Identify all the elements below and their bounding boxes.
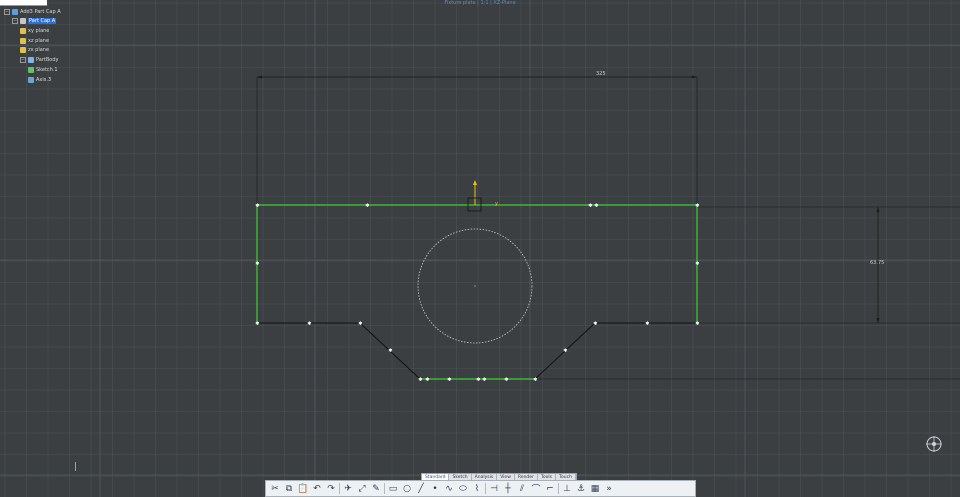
plane-icon xyxy=(20,28,26,34)
circle-icon[interactable]: ○ xyxy=(401,483,413,495)
vertex-marker[interactable]: ✱ xyxy=(255,203,260,209)
tree-root[interactable]: − Add3 Part Cap A xyxy=(4,8,61,16)
chamfer-icon[interactable]: ⌐ xyxy=(544,483,556,495)
profile-left-chamfer[interactable] xyxy=(257,322,421,380)
vertex-marker[interactable]: ✱ xyxy=(255,321,260,327)
vertex-marker[interactable]: ✱ xyxy=(482,377,487,383)
cut-icon[interactable]: ✂ xyxy=(269,483,281,495)
tree-item-label: zx plane xyxy=(28,47,50,53)
compass-icon[interactable] xyxy=(924,434,944,454)
fit-all-icon[interactable]: ⤢ xyxy=(356,483,368,495)
grid-icon[interactable]: ▦ xyxy=(589,483,601,495)
sketch-grid: y ✱ ✱ ✱ ✱ ✱✱✱✱ ✱ ✱✱✱ ✱ ✱ ✱ ✱ ✱ ✱✱✱ ✱ ✱ xyxy=(0,0,960,497)
tree-item-label: PartBody xyxy=(36,57,59,63)
tree-item-part[interactable]: − Part Cap A xyxy=(12,17,57,25)
undo-icon[interactable]: ↶ xyxy=(311,483,323,495)
axis-h-label: y xyxy=(495,201,498,207)
plane-icon xyxy=(20,38,26,44)
line-icon[interactable]: ╱ xyxy=(415,483,427,495)
circle-center xyxy=(474,285,476,287)
dimension-arrow-bottom xyxy=(876,318,880,323)
fix-icon[interactable]: ⚓ xyxy=(575,483,587,495)
vertex-marker[interactable]: ✱ xyxy=(695,261,700,267)
corner-icon[interactable]: ⌒ xyxy=(530,483,542,495)
paste-icon[interactable]: 📋 xyxy=(297,483,309,495)
dimension-label-vertical[interactable]: 63.75 xyxy=(870,260,884,266)
point-icon[interactable]: • xyxy=(429,483,441,495)
window-title: Fixture plate | 1:1 | XZ-Plane xyxy=(444,0,516,6)
copy-icon[interactable]: ⧉ xyxy=(283,483,295,495)
toolbar-separator xyxy=(384,483,385,494)
vertex-marker[interactable]: ✱ xyxy=(588,203,593,209)
dimension-arrow-left xyxy=(257,75,262,79)
tree-item-sketch[interactable]: Sketch.1 xyxy=(28,66,58,74)
product-icon xyxy=(12,9,18,15)
axis-icon[interactable]: ┼ xyxy=(502,483,514,495)
vertex-marker[interactable]: ✱ xyxy=(255,261,260,267)
trim-icon[interactable]: ⊣ xyxy=(488,483,500,495)
axis-v-arrow xyxy=(473,180,477,185)
bottom-toolbar[interactable]: ✂ ⧉ 📋 ↶ ↷ ✈ ⤢ ✎ ▭ ○ ╱ • ∿ ⬭ ⌇ ⊣ ┼ ⫽ ⌒ ⌐ ⊥ ⚓ ▦» xyxy=(265,480,696,497)
tree-item-label: Part Cap A xyxy=(28,18,57,24)
collapse-icon[interactable]: − xyxy=(4,9,10,15)
plane-icon xyxy=(20,47,26,53)
cursor-marker xyxy=(75,462,76,471)
vertex-marker[interactable]: ✱ xyxy=(533,377,538,383)
sketch-icon[interactable]: ✎ xyxy=(370,483,382,495)
toolbar-separator xyxy=(339,483,340,494)
vertex-marker[interactable]: ✱ xyxy=(593,321,598,327)
rectangle-icon[interactable]: ▭ xyxy=(387,483,399,495)
tree-item-label: xz plane xyxy=(28,38,50,44)
tree-item-label: xy plane xyxy=(28,28,50,34)
vertex-marker[interactable]: ✱ xyxy=(447,377,452,383)
constraint-icon[interactable]: ⊥ xyxy=(561,483,573,495)
vertex-marker[interactable]: ✱ xyxy=(695,321,700,327)
tree-item-axis[interactable]: Axis.3 xyxy=(28,76,51,84)
vertex-marker[interactable]: ✱ xyxy=(645,321,650,327)
vertex-marker[interactable]: ✱ xyxy=(418,377,423,383)
vertex-marker[interactable]: ✱ xyxy=(476,377,481,383)
profile-top-edge[interactable] xyxy=(257,204,698,323)
toolbar-separator xyxy=(485,483,486,494)
vertex-marker[interactable]: ✱ xyxy=(425,377,430,383)
dimension-label-horizontal[interactable]: 325 xyxy=(596,71,606,77)
axis-icon xyxy=(28,77,34,83)
spline-icon[interactable]: ∿ xyxy=(443,483,455,495)
part-icon xyxy=(20,18,26,24)
collapse-icon[interactable]: − xyxy=(20,57,26,63)
vertex-marker[interactable]: ✱ xyxy=(594,203,599,209)
ellipse-icon[interactable]: ⬭ xyxy=(457,483,469,495)
tree-item-label: Axis.3 xyxy=(36,77,52,83)
body-icon xyxy=(28,57,34,63)
redo-icon[interactable]: ↷ xyxy=(325,483,337,495)
dimension-arrow-right xyxy=(692,75,697,79)
more-icon[interactable]: » xyxy=(603,483,615,495)
sketch-icon xyxy=(28,67,34,73)
offset-icon[interactable]: ⫽ xyxy=(516,483,528,495)
vertex-marker[interactable]: ✱ xyxy=(365,203,370,209)
dimension-arrow-top xyxy=(876,207,880,212)
tree-root-label: Add3 Part Cap A xyxy=(20,9,61,15)
vertex-marker[interactable]: ✱ xyxy=(695,203,700,209)
fly-icon[interactable]: ✈ xyxy=(342,483,354,495)
toolbar-separator xyxy=(558,483,559,494)
tree-item-label: Sketch.1 xyxy=(36,67,58,73)
tree-item-partbody[interactable]: − PartBody xyxy=(20,56,59,64)
tree-item-xy-plane[interactable]: xy plane xyxy=(20,27,49,35)
sketch-canvas[interactable]: y ✱ ✱ ✱ ✱ ✱ ✱ ✱ ✱ ✱ ✱ ✱ ✱ ✱ ✱ ✱ ✱ ✱ ✱ ✱ ✱ ✱ ✱ xyxy=(0,0,960,497)
vertex-marker[interactable]: ✱ xyxy=(504,377,509,383)
profile-right-chamfer[interactable] xyxy=(534,322,697,380)
tree-item-zx-plane[interactable]: zx plane xyxy=(20,46,49,54)
tree-item-xz-plane[interactable]: xz plane xyxy=(20,37,49,45)
profile-icon[interactable]: ⌇ xyxy=(471,483,483,495)
vertex-marker[interactable]: ✱ xyxy=(307,321,312,327)
collapse-icon[interactable]: − xyxy=(12,18,18,24)
